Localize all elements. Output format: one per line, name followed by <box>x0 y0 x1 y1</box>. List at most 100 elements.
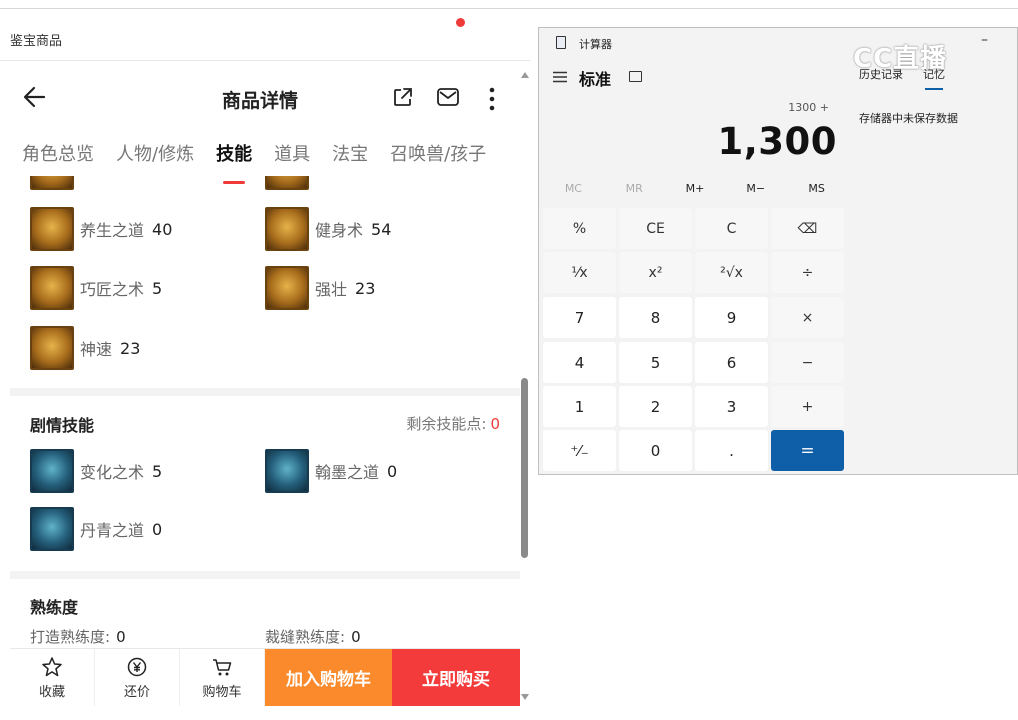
cart-label: 购物车 <box>202 684 242 700</box>
sqrt-key[interactable]: ²√x <box>695 252 768 293</box>
skill-icon <box>30 176 74 190</box>
buy-now-button[interactable]: 立即购买 <box>392 649 520 706</box>
skill-level: 54 <box>371 219 392 239</box>
decimal-key[interactable]: . <box>695 430 768 471</box>
digit-7-key[interactable]: 7 <box>543 297 616 338</box>
square-key[interactable]: x² <box>619 252 692 293</box>
skill-level: 5 <box>152 278 163 298</box>
proficiency-item: 裁缝熟练度: 0 <box>265 626 361 647</box>
keep-on-top-icon[interactable] <box>629 71 642 82</box>
star-icon <box>42 656 62 676</box>
calculator-mode: 标准 <box>579 70 612 89</box>
bargain-button[interactable]: 还价 <box>95 649 180 706</box>
plus-key[interactable]: + <box>771 386 844 427</box>
digit-9-key[interactable]: 9 <box>695 297 768 338</box>
skill-icon <box>265 207 309 251</box>
multiply-key[interactable]: × <box>771 297 844 338</box>
equals-key[interactable]: = <box>771 430 844 471</box>
skill-icon <box>265 176 309 190</box>
skill-level: 40 <box>152 219 173 239</box>
negate-key[interactable]: ⁺⁄₋ <box>543 430 616 471</box>
memory-clear-button[interactable]: MC <box>543 182 604 202</box>
yen-icon <box>127 657 147 676</box>
story-skills-title: 剧情技能 <box>30 416 95 435</box>
skill-name: 健身术 <box>315 221 364 240</box>
scroll-down-arrow[interactable] <box>521 694 529 700</box>
proficiency-value: 0 <box>351 628 361 646</box>
skill-icon <box>30 207 74 251</box>
skill-name: 丹青之道 <box>80 521 145 540</box>
tab-overview[interactable]: 角色总览 <box>22 140 94 174</box>
skill-icon <box>30 507 74 551</box>
calculator-window: 计算器 CC直播 – 标准 1300 + 1,300 MC MR M+ M− M… <box>538 27 1018 475</box>
memory-row: MC MR M+ M− MS <box>543 182 847 202</box>
digit-3-key[interactable]: 3 <box>695 386 768 427</box>
page-header: 商品详情 <box>0 62 520 132</box>
skill-icon <box>265 449 309 493</box>
skill-name: 巧匠之术 <box>80 280 145 299</box>
remaining-label: 剩余技能点: <box>406 415 487 433</box>
skills-content[interactable]: 养生之道 40 健身术 54 巧匠之术 5 强壮 23 神速 23 剧情技能 剩… <box>10 176 520 648</box>
favorite-button[interactable]: 收藏 <box>10 649 95 706</box>
skill-item: 养生之道 40 <box>30 207 172 251</box>
skill-level: 23 <box>120 338 141 358</box>
memory-add-button[interactable]: M+ <box>665 182 726 202</box>
memory-subtract-button[interactable]: M− <box>725 182 786 202</box>
digit-8-key[interactable]: 8 <box>619 297 692 338</box>
section-divider <box>10 571 520 579</box>
unread-dot <box>456 18 465 27</box>
skill-icon <box>30 266 74 310</box>
reciprocal-key[interactable]: ¹⁄x <box>543 252 616 293</box>
skill-name: 变化之术 <box>80 463 145 482</box>
skill-name: 强壮 <box>315 280 348 299</box>
memory-store-button[interactable]: MS <box>786 182 847 202</box>
scrollbar-thumb[interactable] <box>521 378 528 558</box>
skill-icon <box>30 326 74 370</box>
clear-entry-key[interactable]: CE <box>619 208 692 249</box>
digit-2-key[interactable]: 2 <box>619 386 692 427</box>
tab-treasure[interactable]: 法宝 <box>332 140 368 174</box>
cart-icon <box>213 658 232 675</box>
tab-summons[interactable]: 召唤兽/孩子 <box>390 140 486 174</box>
tab-character[interactable]: 人物/修炼 <box>116 140 194 174</box>
cart-button[interactable]: 购物车 <box>180 649 265 706</box>
section-divider <box>10 388 520 396</box>
favorite-label: 收藏 <box>38 684 65 700</box>
skill-item: 变化之术 5 <box>30 449 162 493</box>
skill-item: 翰墨之道 0 <box>265 449 397 493</box>
tab-items[interactable]: 道具 <box>274 140 310 174</box>
add-to-cart-button[interactable]: 加入购物车 <box>265 649 392 706</box>
tab-skills[interactable]: 技能 <box>216 140 252 184</box>
hamburger-menu-icon[interactable] <box>553 71 567 83</box>
minus-key[interactable]: − <box>771 342 844 383</box>
skill-name: 神速 <box>80 340 113 359</box>
skill-level: 23 <box>355 278 376 298</box>
scroll-up-arrow[interactable] <box>521 72 529 78</box>
proficiency-title: 熟练度 <box>30 598 79 617</box>
tab-memory[interactable]: 记忆 <box>923 66 945 90</box>
digit-4-key[interactable]: 4 <box>543 342 616 383</box>
message-icon[interactable] <box>436 86 460 108</box>
detail-tabs: 角色总览 人物/修炼 技能 道具 法宝 召唤兽/孩子 <box>22 140 486 184</box>
skill-level: 0 <box>387 461 398 481</box>
skill-name: 翰墨之道 <box>315 463 380 482</box>
calculator-app-icon <box>556 36 566 49</box>
backspace-key[interactable]: ⌫ <box>771 208 844 249</box>
divide-key[interactable]: ÷ <box>771 252 844 293</box>
tab-history[interactable]: 历史记录 <box>859 66 903 82</box>
expression-display: 1300 + <box>788 101 829 114</box>
percent-key[interactable]: % <box>543 208 616 249</box>
result-display: 1,300 <box>717 120 837 163</box>
share-icon[interactable] <box>392 86 414 108</box>
memory-recall-button[interactable]: MR <box>604 182 665 202</box>
digit-6-key[interactable]: 6 <box>695 342 768 383</box>
more-options-icon[interactable] <box>484 86 500 112</box>
proficiency-name: 裁缝熟练度: <box>265 628 346 646</box>
clear-key[interactable]: C <box>695 208 768 249</box>
digit-5-key[interactable]: 5 <box>619 342 692 383</box>
digit-0-key[interactable]: 0 <box>619 430 692 471</box>
digit-1-key[interactable]: 1 <box>543 386 616 427</box>
proficiency-name: 打造熟练度: <box>30 628 111 646</box>
bargain-label: 还价 <box>123 684 150 700</box>
minimize-icon[interactable]: – <box>981 32 988 48</box>
